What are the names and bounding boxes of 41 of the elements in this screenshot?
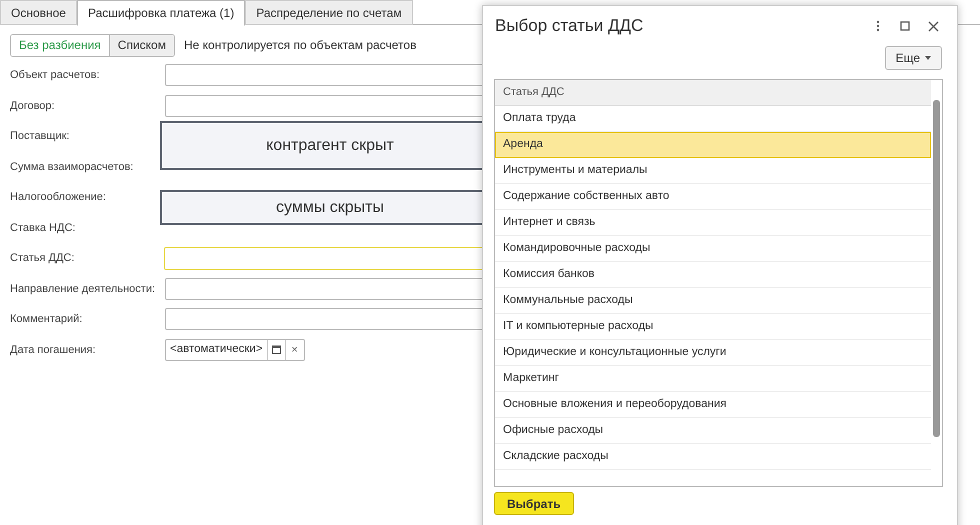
- list-row[interactable]: Содержание собственных авто: [495, 184, 931, 210]
- field-label: Комментарий:: [9, 312, 84, 327]
- clear-button[interactable]: ×: [286, 340, 304, 360]
- list-row[interactable]: Юридические и консультационные услуги: [495, 340, 931, 366]
- dialog-title: Выбор статьи ДДС: [495, 15, 644, 38]
- field-label: Поставщик:: [9, 129, 70, 144]
- list-row[interactable]: Комиссия банков: [495, 262, 931, 288]
- field-label: Направление деятельности:: [9, 282, 155, 296]
- list-row[interactable]: Коммунальные расходы: [495, 288, 931, 314]
- maximize-icon[interactable]: [900, 21, 910, 31]
- scrollbar[interactable]: [933, 100, 940, 437]
- list-row[interactable]: Складские расходы: [495, 444, 931, 470]
- field-label: Статья ДДС:: [9, 251, 76, 266]
- more-button[interactable]: Еще: [884, 46, 942, 70]
- list-row[interactable]: Командировочные расходы: [495, 236, 931, 262]
- date-field[interactable]: <автоматически>: [166, 340, 268, 360]
- tab[interactable]: Расшифровка платежа (1): [76, 0, 246, 26]
- field-label: Объект расчетов:: [9, 68, 101, 83]
- field-label: Налогообложение:: [9, 190, 107, 205]
- choose-button[interactable]: Выбрать: [494, 492, 574, 515]
- field-label: Сумма взаиморасчетов:: [9, 160, 134, 174]
- field-label: Ставка НДС:: [9, 220, 76, 236]
- list-row[interactable]: Офисные расходы: [495, 418, 931, 444]
- list-row[interactable]: Интернет и связь: [495, 210, 931, 236]
- list-row[interactable]: Аренда: [495, 132, 931, 158]
- control-note: Не контролируется по объектам расчетов: [184, 37, 416, 54]
- list-row[interactable]: Инструменты и материалы: [495, 158, 931, 184]
- field-label: Дата погашения:: [9, 342, 97, 358]
- mode-button[interactable]: Списком: [110, 34, 174, 56]
- tab[interactable]: Основное: [0, 0, 77, 25]
- field-label: Договор:: [9, 98, 56, 114]
- column-header[interactable]: Статья ДДС: [495, 80, 931, 106]
- list-row[interactable]: Маркетинг: [495, 366, 931, 392]
- list-row[interactable]: Основные вложения и переоборудования: [495, 392, 931, 418]
- tab[interactable]: Распределение по счетам: [245, 0, 413, 25]
- mode-button[interactable]: Без разбиения: [11, 34, 110, 56]
- list-row[interactable]: IT и компьютерные расходы: [495, 314, 931, 340]
- calendar-icon: [272, 345, 281, 354]
- close-icon[interactable]: [928, 20, 939, 32]
- caret-icon: [925, 56, 931, 60]
- more-icon[interactable]: [876, 20, 880, 32]
